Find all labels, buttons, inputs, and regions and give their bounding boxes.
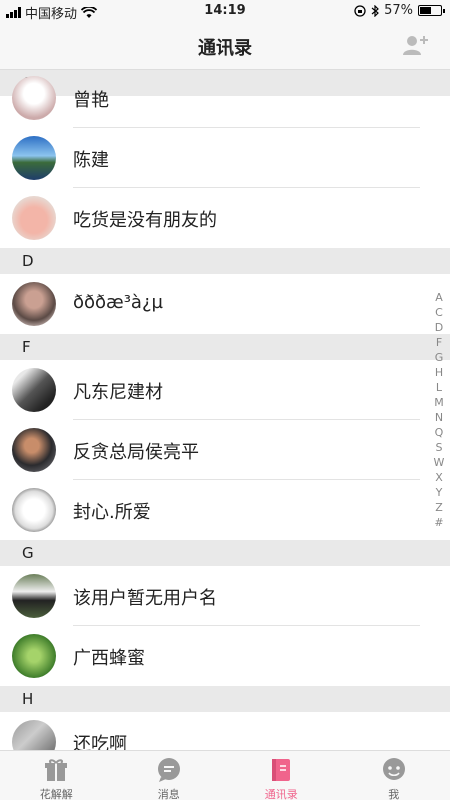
battery-percent: 57% xyxy=(384,3,413,18)
contact-row[interactable]: 陈建 xyxy=(0,128,450,188)
section-header-d: D xyxy=(0,248,450,274)
contacts-book-icon xyxy=(267,756,295,784)
contact-name: 凡东尼建材 xyxy=(73,378,163,404)
avatar xyxy=(12,428,56,472)
chat-icon xyxy=(155,756,183,784)
gift-icon xyxy=(42,756,70,784)
contact-row[interactable]: 曾艳 xyxy=(0,70,450,128)
contact-row[interactable]: 反贪总局侯亮平 xyxy=(0,420,450,480)
tab-profile[interactable]: 我 xyxy=(338,751,450,800)
page-title: 通讯录 xyxy=(0,34,450,60)
section-header-g: G xyxy=(0,540,450,566)
index-letter[interactable]: Q xyxy=(435,425,444,440)
battery-fill xyxy=(420,7,431,14)
contact-name: 曾艳 xyxy=(73,86,109,112)
index-letter[interactable]: Y xyxy=(436,485,443,500)
contact-row[interactable]: 还吃啊 xyxy=(0,712,450,750)
alphabet-index[interactable]: ACDFGHLMNQSWXYZ# xyxy=(432,290,446,530)
avatar xyxy=(12,488,56,532)
contact-row[interactable]: ðððæ³à¿µ xyxy=(0,274,450,334)
tab-gift[interactable]: 花解解 xyxy=(0,751,113,800)
avatar xyxy=(12,282,56,326)
avatar xyxy=(12,76,56,120)
avatar xyxy=(12,368,56,412)
index-letter[interactable]: D xyxy=(435,320,443,335)
contact-row[interactable]: 吃货是没有朋友的 xyxy=(0,188,450,248)
index-letter[interactable]: S xyxy=(436,440,443,455)
status-bar: 中国移动 14:19 57% xyxy=(0,0,450,22)
add-friend-icon[interactable] xyxy=(400,30,430,60)
index-letter[interactable]: X xyxy=(435,470,443,485)
contact-name: 吃货是没有朋友的 xyxy=(73,206,217,232)
index-letter[interactable]: C xyxy=(435,305,443,320)
orientation-lock-icon xyxy=(354,5,366,17)
bluetooth-icon xyxy=(371,5,379,17)
avatar xyxy=(12,136,56,180)
index-letter[interactable]: Z xyxy=(435,500,443,515)
tab-contacts-book[interactable]: 通讯录 xyxy=(225,751,338,800)
index-letter[interactable]: N xyxy=(435,410,443,425)
index-letter[interactable]: M xyxy=(434,395,444,410)
index-letter[interactable]: L xyxy=(436,380,442,395)
contact-row[interactable]: 封心.所爱 xyxy=(0,480,450,540)
avatar xyxy=(12,196,56,240)
contact-list[interactable]: C 曾艳陈建吃货是没有朋友的 Dðððæ³à¿µ F 凡东尼建材反贪总局侯亮平封心.所爱… xyxy=(0,70,450,750)
index-letter[interactable]: A xyxy=(435,290,443,305)
avatar xyxy=(12,634,56,678)
index-letter[interactable]: G xyxy=(435,350,444,365)
contact-row[interactable]: 广西蜂蜜 xyxy=(0,626,450,686)
contact-name: 广西蜂蜜 xyxy=(73,644,145,670)
status-right: 57% xyxy=(354,3,442,18)
avatar xyxy=(12,720,56,750)
contact-row[interactable]: 凡东尼建材 xyxy=(0,360,450,420)
index-letter[interactable]: # xyxy=(434,515,443,530)
tab-bar: 花解解消息通讯录我 xyxy=(0,750,450,800)
contact-name: 陈建 xyxy=(73,146,109,172)
profile-icon xyxy=(380,756,408,784)
index-letter[interactable]: F xyxy=(436,335,442,350)
contact-name: 封心.所爱 xyxy=(73,498,151,524)
contact-name: 还吃啊 xyxy=(73,730,127,750)
contact-name: ðððæ³à¿µ xyxy=(73,292,163,313)
contact-row[interactable]: 该用户暂无用户名 xyxy=(0,566,450,626)
contact-name: 反贪总局侯亮平 xyxy=(73,438,199,464)
tab-chat[interactable]: 消息 xyxy=(113,751,226,800)
section-header-f: F xyxy=(0,334,450,360)
index-letter[interactable]: W xyxy=(434,455,445,470)
avatar xyxy=(12,574,56,618)
nav-bar: 通讯录 xyxy=(0,22,450,70)
contact-name: 该用户暂无用户名 xyxy=(73,584,217,610)
battery-icon xyxy=(418,5,442,16)
section-header-h: H xyxy=(0,686,450,712)
index-letter[interactable]: H xyxy=(435,365,443,380)
